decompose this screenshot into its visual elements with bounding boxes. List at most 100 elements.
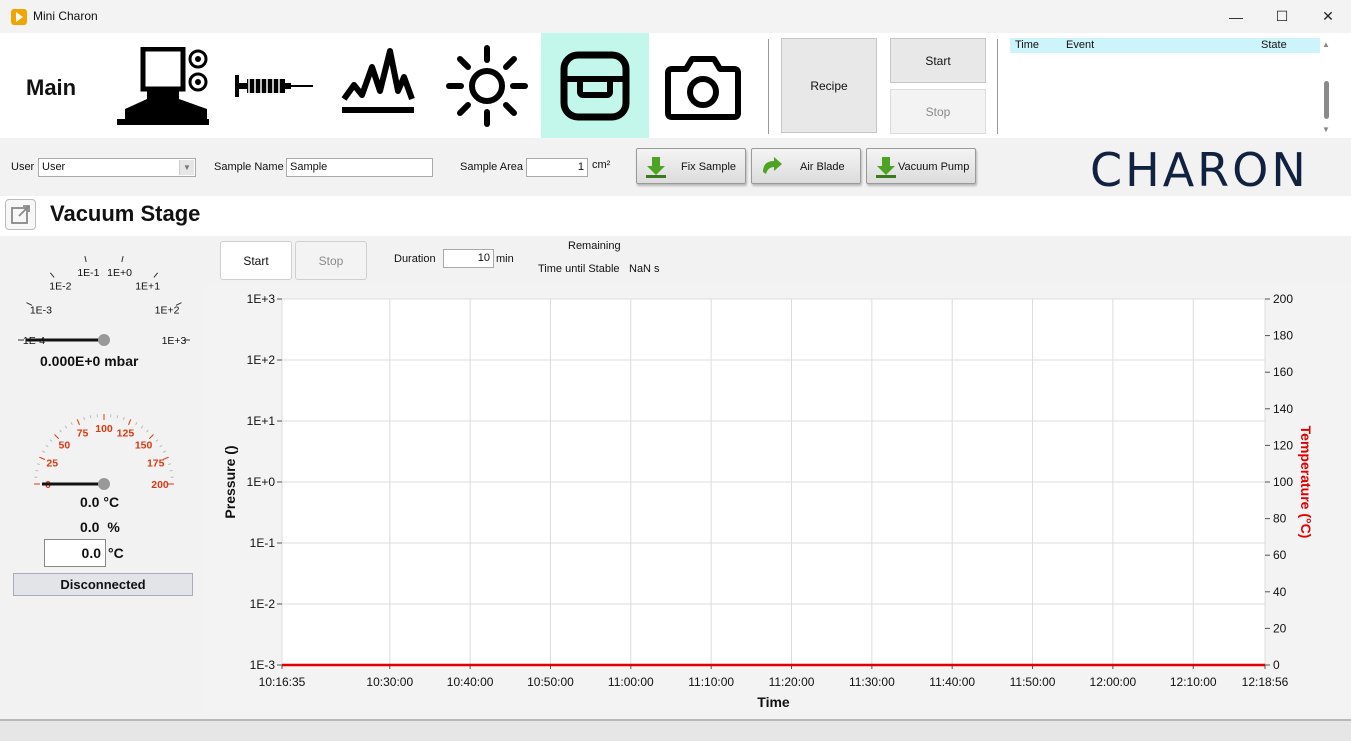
duration-input[interactable]: 10	[443, 249, 494, 268]
temperature-gauge-tick-mark	[162, 450, 166, 453]
temperature-gauge-tick-mark	[167, 463, 172, 466]
syringe-icon	[235, 75, 313, 97]
user-select-value: User	[42, 161, 66, 173]
tool-instrument[interactable]	[110, 33, 215, 138]
sample-name-label: Sample Name	[214, 161, 284, 173]
temperature-gauge-tick-mark	[83, 416, 86, 421]
temperature-gauge-tick-mark	[59, 429, 62, 433]
temperature-readout: 0.0 °C	[80, 494, 119, 510]
x-tick-label: 10:50:00	[527, 675, 574, 689]
light-icon	[446, 45, 528, 127]
x-tick-label: 10:30:00	[366, 675, 413, 689]
column-event: Event	[1066, 39, 1095, 51]
humidity-value: 0.0	[80, 519, 100, 535]
temperature-gauge-tick-label: 75	[77, 427, 89, 439]
start-button[interactable]: Start	[890, 38, 986, 83]
tool-light[interactable]	[435, 33, 540, 138]
temperature-gauge-tick-label: 100	[95, 423, 113, 435]
temperature-gauge-tick-mark	[35, 469, 39, 472]
app-icon	[11, 9, 27, 25]
pressure-gauge-tick-label: 1E+3	[162, 335, 187, 347]
event-log-scrollbar[interactable]: ▲ ▼	[1320, 38, 1332, 136]
pressure-gauge-needle-hub	[98, 334, 110, 346]
scroll-up-icon[interactable]: ▲	[1322, 40, 1330, 49]
pressure-temperature-chart[interactable]: 10:16:35 10:30:00 10:40:00 10:50:00 11:00:00…	[207, 286, 1351, 719]
status-bar	[0, 719, 1351, 741]
recipe-button[interactable]: Recipe	[781, 38, 877, 133]
run-start-button[interactable]: Start	[220, 241, 292, 280]
camera-icon	[665, 56, 741, 120]
temperature-gauge-tick-mark	[148, 434, 154, 440]
y2-axis-label: Temperature (°C)	[1298, 426, 1314, 539]
maximize-button[interactable]: ☐	[1259, 0, 1305, 33]
title-bar: Mini Charon — ☐ ✕	[0, 0, 1351, 33]
pressure-gauge-tick-mark	[84, 256, 87, 263]
scroll-thumb[interactable]	[1324, 81, 1329, 119]
run-stop-button[interactable]: Stop	[295, 241, 367, 280]
duration-label: Duration	[394, 253, 436, 265]
x-tick-label: 11:50:00	[1010, 675, 1056, 689]
x-axis-label: Time	[757, 694, 790, 710]
scroll-down-icon[interactable]: ▼	[1322, 125, 1330, 134]
event-log[interactable]: Time Event State	[1008, 38, 1337, 134]
remaining-label: Remaining	[568, 240, 621, 252]
fix-sample-label: Fix Sample	[681, 161, 737, 173]
pressure-unit: mbar	[104, 353, 139, 369]
temperature-gauge-tick-mark	[45, 444, 49, 448]
sample-area-input[interactable]: 1	[526, 158, 588, 177]
x-tick-label: 10:16:35	[259, 675, 306, 689]
column-state: State	[1261, 39, 1287, 51]
tool-spectrum[interactable]	[330, 33, 425, 138]
column-time: Time	[1015, 39, 1040, 51]
temperature-gauge-tick-mark	[159, 444, 163, 448]
y2-tick-label: 120	[1273, 438, 1293, 452]
tool-vacuum-stage[interactable]	[541, 33, 649, 138]
temperature-gauge-tick-mark	[36, 463, 41, 466]
tool-camera[interactable]	[655, 33, 750, 138]
tool-syringe[interactable]	[225, 33, 320, 138]
duration-unit: min	[496, 253, 514, 265]
sample-name-input[interactable]: Sample	[286, 158, 433, 177]
close-button[interactable]: ✕	[1305, 0, 1351, 33]
temperature-gauge-tick-mark	[89, 415, 92, 419]
temperature-gauge-tick-mark	[128, 419, 132, 426]
vacuum-stage-icon	[560, 51, 630, 121]
temperature-gauge-tick-mark	[76, 419, 80, 426]
pressure-gauge-tick-mark	[121, 256, 124, 263]
chevron-down-icon[interactable]: ▼	[179, 160, 194, 175]
x-tick-label: 12:00:00	[1090, 675, 1137, 689]
fix-sample-button[interactable]: Fix Sample	[636, 148, 746, 184]
temperature-gauge-tick-mark	[116, 415, 119, 419]
temperature-gauge-tick-mark	[146, 429, 149, 433]
x-tick-label: 12:18:56	[1242, 675, 1289, 689]
connection-status: Disconnected	[13, 573, 193, 596]
temperature-gauge-tick-mark	[169, 469, 173, 472]
pressure-gauge-tick-label: 1E-2	[49, 280, 71, 292]
minimize-button[interactable]: —	[1213, 0, 1259, 33]
sample-area-label: Sample Area	[460, 161, 523, 173]
open-external-icon[interactable]	[5, 199, 36, 230]
temperature-gauge-tick-mark	[155, 439, 159, 442]
x-tick-label: 11:10:00	[688, 675, 734, 689]
temperature-value: 0.0	[80, 494, 100, 510]
y2-tick-label: 80	[1273, 512, 1287, 526]
vacuum-pump-button[interactable]: Vacuum Pump	[866, 148, 976, 184]
y2-tick-label: 100	[1273, 475, 1293, 489]
x-tick-label: 11:30:00	[849, 675, 895, 689]
air-blade-button[interactable]: Air Blade	[751, 148, 861, 184]
pressure-gauge-tick-label: 1E+1	[135, 280, 160, 292]
stop-button[interactable]: Stop	[890, 89, 986, 134]
user-select[interactable]: User ▼	[38, 158, 196, 177]
pressure-gauge-tick-label: 1E+2	[155, 305, 180, 317]
user-label: User	[11, 161, 35, 173]
event-log-header: Time Event State	[1010, 38, 1320, 53]
temperature-gauge: 0255075100125150175200	[34, 414, 174, 491]
temperature-gauge-tick-label: 150	[135, 439, 153, 451]
y-tick-label: 1E-1	[250, 536, 276, 550]
pressure-value: 0.000E+0	[40, 353, 101, 369]
x-tick-label: 11:40:00	[929, 675, 975, 689]
temperature-setpoint-input[interactable]: 0.0	[44, 539, 106, 567]
run-controls	[207, 236, 1351, 286]
pressure-gauge-tick-mark	[153, 272, 159, 278]
instrument-icon	[117, 47, 209, 125]
